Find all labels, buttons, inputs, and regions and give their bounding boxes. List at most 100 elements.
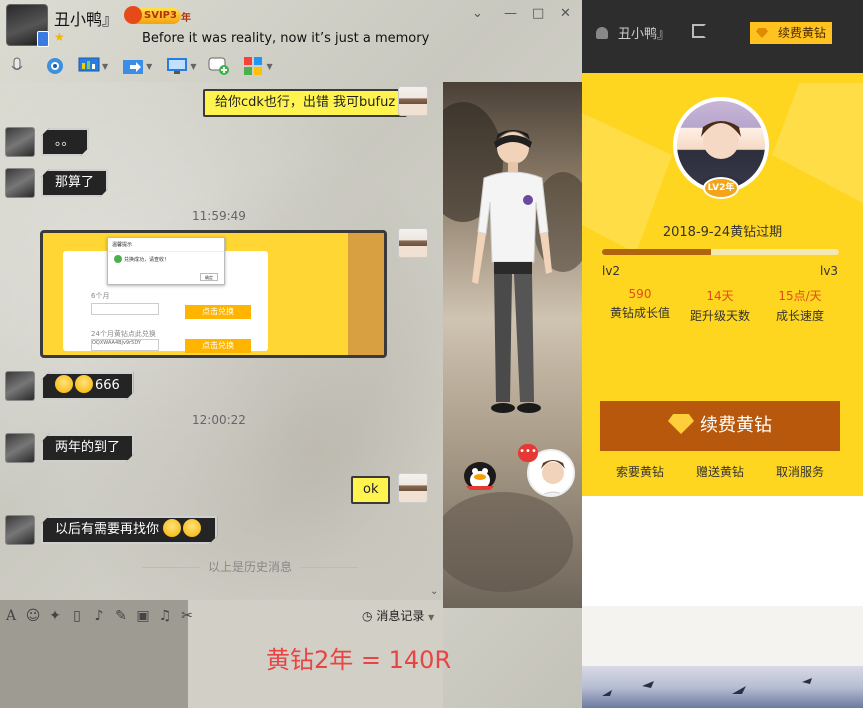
image-button: 点击兑换: [185, 339, 251, 353]
scroll-down-icon[interactable]: ⌄: [430, 586, 438, 597]
image-field: OQXWAA4Bjv9r5DY: [91, 339, 159, 351]
send-file-icon[interactable]: [122, 55, 144, 77]
more-dots-badge[interactable]: •••: [518, 444, 538, 462]
message-bubble-incoming[interactable]: 以后有需要再找你: [41, 516, 217, 544]
svip-label: SVIP3: [144, 10, 177, 21]
panel-user[interactable]: 丑小鸭』: [596, 23, 670, 42]
diamond-icon: [668, 414, 694, 434]
apps-icon[interactable]: [242, 55, 264, 77]
voice-message-icon[interactable]: ♪: [88, 608, 110, 624]
renew-yellow-diamond-top-button[interactable]: 续费黄钻: [750, 22, 832, 44]
image-text: 24个月黄钻点此兑换: [91, 330, 156, 338]
success-icon: [114, 255, 122, 263]
laugh-emoji-icon: [55, 375, 73, 393]
chat-toolbar: ▼ ▼ ▼ ▼: [6, 54, 273, 78]
maximize-icon[interactable]: □: [532, 6, 544, 21]
image-dialog-title: 温馨提示: [108, 238, 224, 252]
emoji-icon[interactable]: ☺: [22, 608, 44, 624]
decor-facet: [772, 83, 863, 203]
stat-growth-value: 590 黄钻成长值: [609, 287, 670, 320]
music-icon[interactable]: ♫: [154, 608, 176, 624]
image-dialog: 温馨提示 兑换成功，请查收！ 确定: [107, 237, 225, 285]
my-avatar[interactable]: [398, 86, 428, 116]
svip-year-label: 年: [181, 13, 191, 24]
font-icon[interactable]: A: [0, 608, 22, 624]
chevron-down-icon[interactable]: ▼: [102, 62, 108, 71]
message-text: 666: [95, 378, 120, 393]
group-chat-icon[interactable]: [208, 55, 230, 77]
laugh-emoji-icon: [183, 519, 201, 537]
contact-message-avatar[interactable]: [5, 127, 35, 157]
message-text: 以后有需要再找你: [55, 522, 160, 537]
contact-message-avatar[interactable]: [5, 371, 35, 401]
message-bubble-outgoing[interactable]: 给你cdk也行，出错 我可bufuz: [203, 89, 408, 117]
chevron-down-icon[interactable]: ▼: [190, 62, 196, 71]
message-bubble-incoming[interactable]: 那算了: [41, 169, 108, 197]
contact-message-avatar[interactable]: [5, 433, 35, 463]
screen-share-icon[interactable]: [166, 55, 188, 77]
message-text: 两年的到了: [55, 440, 121, 455]
mobile-online-icon: [37, 31, 49, 47]
contact-message-avatar[interactable]: [5, 515, 35, 545]
clock-icon: ◷: [362, 609, 373, 623]
image-text: 6个月: [91, 292, 110, 300]
request-diamond-link[interactable]: 索要黄钻: [616, 463, 664, 480]
cancel-service-link[interactable]: 取消服务: [776, 463, 824, 480]
edit-icon[interactable]: ✎: [110, 608, 132, 624]
panel-divider-band: [582, 606, 863, 666]
my-avatar[interactable]: [398, 228, 428, 258]
star-icon: ★: [54, 30, 65, 44]
growth-progress-fill: [602, 249, 712, 255]
stat-growth-speed: 15点/天 成长速度: [775, 289, 824, 323]
panel-user-name: 丑小鸭』: [618, 27, 671, 42]
magic-icon[interactable]: ✦: [44, 608, 66, 624]
remote-desktop-icon[interactable]: [78, 55, 100, 77]
level-badge: LV2年: [703, 177, 739, 199]
chevron-down-icon[interactable]: ▼: [146, 62, 152, 71]
image-button: 点击兑换: [185, 305, 251, 319]
message-bubble-incoming[interactable]: 两年的到了: [41, 434, 134, 462]
character-figure[interactable]: [448, 122, 578, 426]
image-side-strip: [348, 233, 384, 355]
screenshot-icon[interactable]: ✂: [176, 608, 198, 624]
renew-yellow-diamond-button[interactable]: 续费黄钻: [600, 401, 840, 451]
minimize-icon[interactable]: —: [504, 6, 517, 21]
contact-signature: Before it was reality, now it’s just a m…: [142, 31, 430, 46]
message-text: ok: [363, 482, 379, 497]
chevron-down-icon[interactable]: ⌄: [472, 6, 483, 21]
chevron-down-icon[interactable]: ▼: [266, 62, 272, 71]
message-text: 给你cdk也行，出错 我可bufuz: [215, 95, 396, 110]
stat-days-to-upgrade: 14天 距升级天数: [689, 289, 750, 323]
laugh-emoji-icon: [75, 375, 93, 393]
level-to: lv3: [820, 264, 839, 278]
panel-blank-area: [582, 496, 863, 606]
qq-penguin-icon: [124, 6, 142, 24]
qq-pet-icon[interactable]: [460, 456, 500, 492]
panel-banner-image[interactable]: [582, 666, 863, 708]
video-call-icon[interactable]: [44, 55, 66, 77]
my-avatar[interactable]: [398, 473, 428, 503]
laugh-emoji-icon: [163, 519, 181, 537]
message-text: 那算了: [55, 175, 95, 190]
close-icon[interactable]: ✕: [560, 6, 571, 21]
message-bubble-outgoing[interactable]: ok: [351, 476, 391, 504]
level-from: lv2: [602, 264, 621, 278]
contact-avatar[interactable]: [6, 4, 49, 47]
gift-diamond-link[interactable]: 赠送黄钻: [696, 463, 744, 480]
user-icon: [596, 27, 608, 39]
svip-badge[interactable]: SVIP3: [124, 6, 181, 24]
contact-name[interactable]: 丑小鸭』: [54, 6, 118, 30]
history-divider: 以上是历史消息: [100, 558, 400, 575]
message-timestamp: 11:59:49: [192, 209, 246, 223]
message-timestamp: 12:00:22: [192, 413, 246, 427]
voice-call-icon[interactable]: [6, 55, 28, 77]
logout-icon[interactable]: [692, 24, 706, 38]
shake-icon[interactable]: ▯: [66, 608, 88, 624]
image-message[interactable]: 6个月 点击兑换 24个月黄钻点此兑换 OQXWAA4Bjv9r5DY 点击兑换…: [40, 230, 387, 358]
message-bubble-incoming[interactable]: 。。: [41, 128, 89, 156]
contact-message-avatar[interactable]: [5, 168, 35, 198]
growth-progress-bar: [602, 249, 839, 255]
message-bubble-incoming[interactable]: 666: [41, 372, 134, 400]
image-icon[interactable]: ▣: [132, 608, 154, 624]
message-record-button[interactable]: ◷ 消息记录 ▼: [362, 607, 434, 624]
